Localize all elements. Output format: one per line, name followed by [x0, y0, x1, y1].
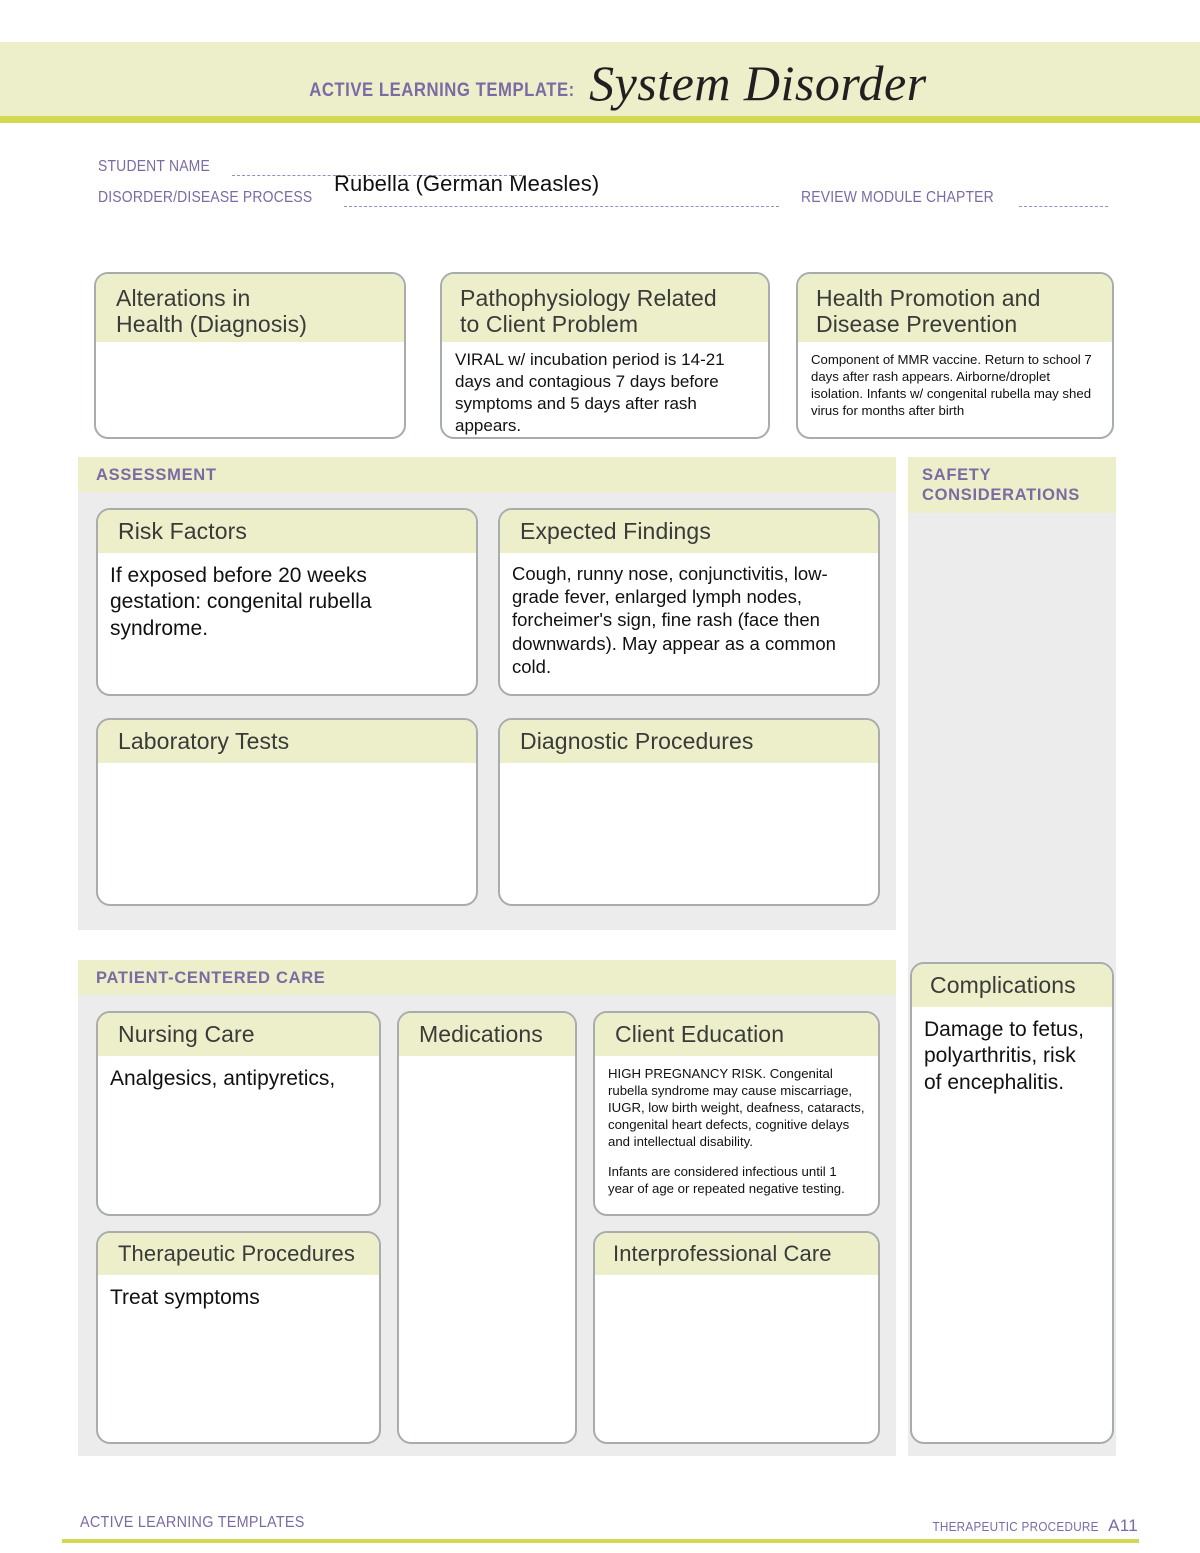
footer-page-number: A11 [1108, 1516, 1138, 1535]
expected-findings-title: Expected Findings [500, 510, 878, 553]
student-name-row: STUDENT NAME [98, 158, 1108, 176]
medications-title: Medications [399, 1013, 575, 1056]
header-rule [0, 116, 1200, 123]
review-module-chapter-input[interactable] [1019, 193, 1108, 207]
therapeutic-procedures-card: Therapeutic Procedures Treat symptoms [96, 1231, 381, 1444]
nursing-care-body[interactable]: Analgesics, antipyretics, [98, 1056, 379, 1102]
interprofessional-care-card: Interprofessional Care [593, 1231, 880, 1444]
health-promotion-title: Health Promotion and Disease Prevention [798, 274, 1112, 342]
pathophysiology-card: Pathophysiology Related to Client Proble… [440, 272, 770, 439]
client-education-paragraph-2: Infants are considered infectious until … [608, 1163, 845, 1196]
alterations-in-health-body[interactable] [96, 342, 404, 360]
laboratory-tests-title: Laboratory Tests [98, 720, 476, 763]
risk-factors-body[interactable]: If exposed before 20 weeks gestation: co… [98, 553, 476, 652]
nursing-care-title: Nursing Care [98, 1013, 379, 1056]
diagnostic-procedures-title: Diagnostic Procedures [500, 720, 878, 763]
diagnostic-procedures-card: Diagnostic Procedures [498, 718, 880, 906]
risk-factors-card: Risk Factors If exposed before 20 weeks … [96, 508, 478, 696]
interprofessional-care-body[interactable] [595, 1275, 878, 1293]
complications-title: Complications [912, 964, 1112, 1007]
client-education-paragraph-1: HIGH PREGNANCY RISK. Congenital rubella … [608, 1065, 865, 1150]
medications-body[interactable] [399, 1056, 575, 1074]
medications-card: Medications [397, 1011, 577, 1444]
footer-brand: ACTIVE LEARNING TEMPLATES [80, 1514, 305, 1531]
expected-findings-body[interactable]: Cough, runny nose, conjunctivitis, low-g… [500, 553, 878, 688]
therapeutic-procedures-body[interactable]: Treat symptoms [98, 1275, 379, 1321]
client-education-title: Client Education [595, 1013, 878, 1056]
therapeutic-procedures-title: Therapeutic Procedures [98, 1233, 379, 1275]
footer-category-label: THERAPEUTIC PROCEDURE [932, 1519, 1100, 1534]
nursing-care-card: Nursing Care Analgesics, antipyretics, [96, 1011, 381, 1216]
health-promotion-body[interactable]: Component of MMR vaccine. Return to scho… [798, 342, 1112, 428]
interprofessional-care-title: Interprofessional Care [595, 1233, 878, 1275]
alterations-in-health-card: Alterations in Health (Diagnosis) [94, 272, 406, 439]
health-promotion-card: Health Promotion and Disease Prevention … [796, 272, 1114, 439]
template-eyebrow-label: ACTIVE LEARNING TEMPLATE: [309, 80, 576, 101]
safety-considerations-title: SAFETY CONSIDERATIONS [908, 457, 1116, 513]
review-module-chapter-label: REVIEW MODULE CHAPTER [800, 189, 994, 206]
pathophysiology-title: Pathophysiology Related to Client Proble… [442, 274, 768, 342]
disorder-process-value: Rubella (German Measles) [334, 171, 600, 196]
pathophysiology-body[interactable]: VIRAL w/ incubation period is 14-21 days… [442, 342, 768, 437]
footer-rule [62, 1539, 1139, 1543]
student-name-label: STUDENT NAME [98, 158, 210, 175]
complications-body[interactable]: Damage to fetus, polyarthritis, risk of … [912, 1007, 1112, 1106]
complications-card: Complications Damage to fetus, polyarthr… [910, 962, 1114, 1444]
disorder-process-row: DISORDER/DISEASE PROCESS REVIEW MODULE C… [98, 171, 1108, 207]
risk-factors-title: Risk Factors [98, 510, 476, 553]
client-education-body[interactable]: HIGH PREGNANCY RISK. Congenital rubella … [595, 1056, 878, 1205]
disorder-process-label: DISORDER/DISEASE PROCESS [98, 189, 313, 206]
assessment-section-title: ASSESSMENT [78, 457, 896, 493]
alterations-in-health-title: Alterations in Health (Diagnosis) [96, 274, 404, 342]
safety-considerations-body[interactable] [908, 513, 1116, 529]
diagnostic-procedures-body[interactable] [500, 763, 878, 781]
laboratory-tests-body[interactable] [98, 763, 476, 781]
client-education-card: Client Education HIGH PREGNANCY RISK. Co… [593, 1011, 880, 1216]
form-header-fields: STUDENT NAME DISORDER/DISEASE PROCESS RE… [98, 158, 1108, 207]
expected-findings-card: Expected Findings Cough, runny nose, con… [498, 508, 880, 696]
laboratory-tests-card: Laboratory Tests [96, 718, 478, 906]
header: ACTIVE LEARNING TEMPLATE: System Disorde… [0, 42, 1200, 116]
footer-meta: THERAPEUTIC PROCEDURE A11 [914, 1516, 1138, 1536]
patient-centered-care-section-title: PATIENT-CENTERED CARE [78, 960, 896, 996]
page-title: System Disorder [589, 55, 927, 111]
system-disorder-template-page: ACTIVE LEARNING TEMPLATE: System Disorde… [0, 0, 1200, 1553]
